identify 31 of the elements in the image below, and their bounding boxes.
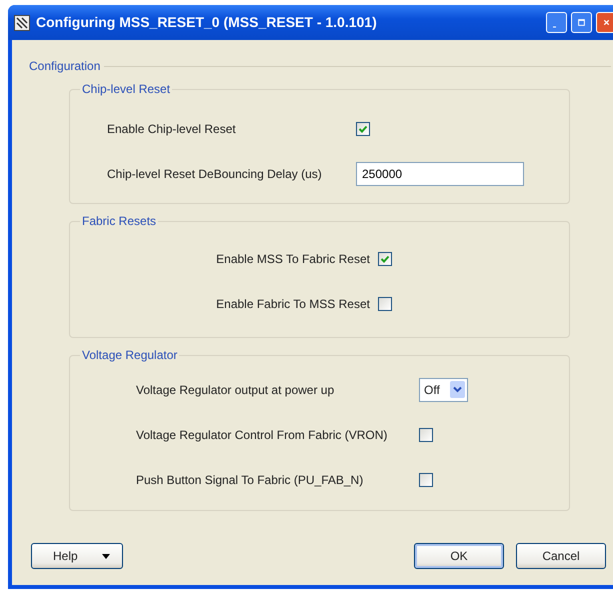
checkbox[interactable] — [356, 122, 370, 136]
minimize-icon — [553, 26, 556, 28]
checkbox[interactable] — [419, 428, 433, 442]
group-legend: Chip-level Reset — [80, 82, 172, 96]
cancel-button[interactable]: Cancel — [516, 543, 606, 569]
minimize-button[interactable] — [546, 12, 567, 33]
group-legend: Fabric Resets — [80, 214, 158, 228]
group-legend: Voltage Regulator — [80, 348, 180, 362]
help-button[interactable]: Help — [31, 543, 123, 569]
checkbox[interactable] — [419, 472, 433, 486]
close-icon — [603, 17, 610, 28]
section-legend: Configuration — [29, 57, 100, 75]
field-label: Voltage Regulator output at power up — [136, 382, 336, 398]
caret-icon — [102, 554, 110, 558]
window-title: Configuring MSS_RESET_0 (MSS_RESET - 1.0.101) — [36, 13, 377, 32]
field-label: Chip-level Reset DeBouncing Delay (us) — [107, 166, 323, 182]
checkbox[interactable] — [378, 296, 392, 310]
close-button[interactable] — [596, 12, 613, 33]
field-label: Enable MSS To Fabric Reset — [215, 250, 370, 268]
field-label: Enable Chip-level Reset — [107, 120, 237, 138]
chevron-down-icon — [452, 386, 462, 393]
field-label: Enable Fabric To MSS Reset — [215, 296, 370, 312]
field-label: Voltage Regulator Control From Fabric (VRON) — [136, 426, 388, 444]
maximize-icon — [578, 17, 585, 28]
ok-button[interactable]: OK — [414, 543, 504, 569]
maximize-button[interactable] — [571, 12, 592, 33]
checkbox[interactable] — [378, 252, 392, 266]
app-icon — [14, 14, 30, 30]
dropdown[interactable]: Off — [419, 378, 468, 402]
text-field[interactable]: 250000 — [356, 162, 524, 186]
field-label: Push Button Signal To Fabric (PU_FAB_N) — [136, 472, 364, 488]
